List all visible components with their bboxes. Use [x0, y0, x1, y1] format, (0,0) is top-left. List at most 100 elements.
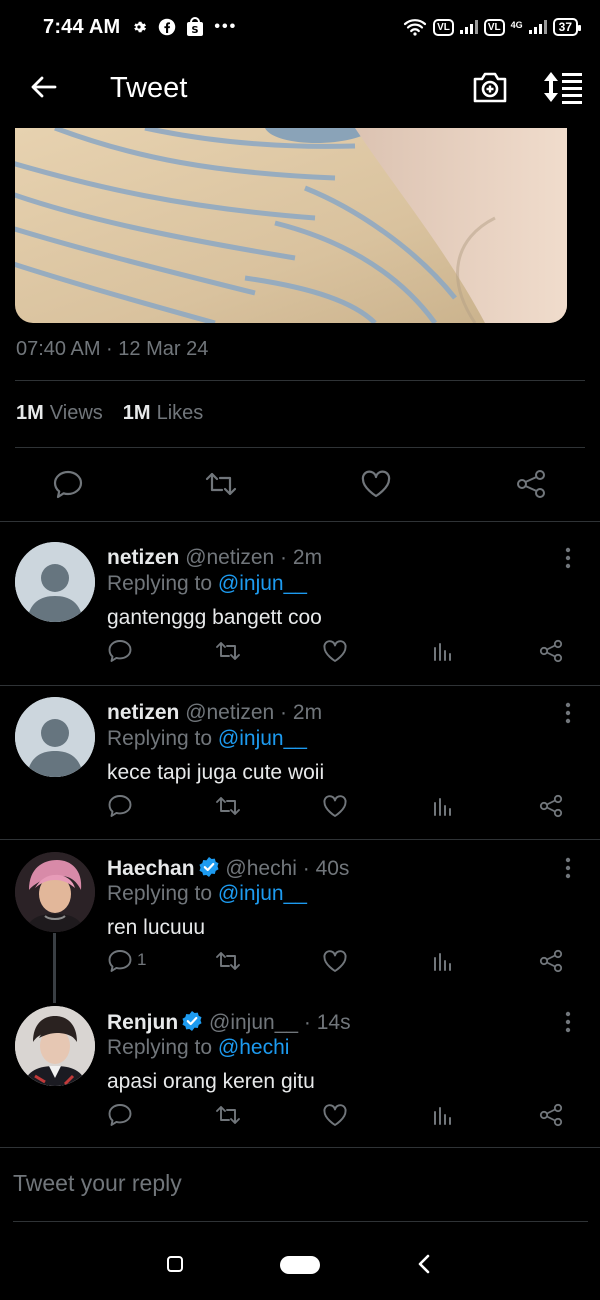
signal-icon	[459, 20, 478, 34]
reply-text: gantenggg bangett coo	[107, 606, 322, 629]
reply-tweet[interactable]: Renjun @injun__ · 14s Replying to @hechi…	[0, 996, 600, 1150]
gear-icon	[134, 21, 147, 33]
recents-button[interactable]	[167, 1256, 183, 1272]
reply-tweet[interactable]: netizen @netizen · 2m Replying to @injun…	[0, 532, 600, 686]
avatar[interactable]	[15, 697, 95, 777]
mention-link[interactable]: @injun__	[218, 727, 307, 750]
system-navigation-bar	[0, 1222, 600, 1300]
replying-to: Replying to @injun__	[107, 727, 307, 750]
svg-text:S: S	[192, 25, 199, 36]
author-handle: @netizen · 2m	[185, 546, 323, 569]
analytics-icon[interactable]	[430, 793, 456, 819]
tweet-actions	[0, 460, 600, 510]
replying-to: Replying to @injun__	[107, 882, 307, 905]
share-icon[interactable]	[515, 468, 547, 500]
reply-count: 1	[137, 950, 147, 969]
avatar[interactable]	[15, 1006, 95, 1086]
analytics-icon[interactable]	[430, 638, 456, 664]
reply-text: apasi orang keren gitu	[107, 1070, 315, 1093]
retweet-icon[interactable]	[215, 1102, 241, 1128]
reply-icon[interactable]	[52, 468, 84, 500]
battery-indicator: 37	[552, 18, 582, 36]
reply-icon[interactable]	[107, 793, 133, 819]
tweet-timestamp: 07:40 AM · 12 Mar 24	[16, 338, 209, 360]
thread-connector	[53, 933, 56, 1003]
likes-stat[interactable]: 1M Likes	[123, 402, 204, 425]
avatar[interactable]	[15, 852, 95, 932]
sort-icon[interactable]	[542, 70, 584, 104]
share-icon[interactable]	[538, 948, 564, 974]
divider	[0, 839, 600, 840]
4g-signal-icon	[528, 20, 547, 34]
status-time: 7:44 AM	[43, 15, 121, 38]
views-stat[interactable]: 1M Views	[16, 402, 103, 425]
reply-header: netizen @netizen · 2m	[107, 701, 322, 725]
verified-badge-icon	[182, 1011, 202, 1031]
divider	[0, 685, 600, 686]
analytics-icon[interactable]	[430, 1102, 456, 1128]
reply-icon[interactable]	[107, 638, 133, 664]
reply-icon[interactable]	[107, 1102, 133, 1128]
back-arrow-icon[interactable]	[28, 72, 58, 102]
like-icon[interactable]	[322, 948, 348, 974]
reply-actions	[0, 1102, 600, 1132]
retweet-icon[interactable]	[205, 468, 237, 500]
like-icon[interactable]	[360, 468, 392, 500]
network-label: 4G	[510, 20, 523, 30]
reply-text: kece tapi juga cute woii	[107, 761, 325, 784]
replying-to: Replying to @injun__	[107, 572, 307, 595]
author-handle: @injun__ · 14s	[209, 1011, 351, 1034]
like-icon[interactable]	[322, 638, 348, 664]
share-icon[interactable]	[538, 1102, 564, 1128]
mention-link[interactable]: @injun__	[218, 882, 307, 905]
reply-compose-input[interactable]: Tweet your reply	[13, 1170, 182, 1197]
like-icon[interactable]	[322, 1102, 348, 1128]
more-options-icon[interactable]	[560, 701, 576, 725]
more-options-icon[interactable]	[560, 856, 576, 880]
verified-badge-icon	[199, 857, 219, 877]
reply-actions	[0, 793, 600, 823]
avatar[interactable]	[15, 542, 95, 622]
author-handle: @netizen · 2m	[185, 701, 323, 724]
camera-add-icon[interactable]	[472, 70, 508, 104]
reply-actions	[0, 638, 600, 668]
reply-tweet[interactable]: Haechan @hechi · 40s Replying to @injun_…	[0, 842, 600, 996]
reply-tweet[interactable]: netizen @netizen · 2m Replying to @injun…	[0, 687, 600, 841]
home-button[interactable]	[280, 1256, 320, 1274]
divider	[15, 447, 585, 448]
page-title: Tweet	[110, 72, 188, 104]
like-icon[interactable]	[322, 793, 348, 819]
more-dots-icon: •••	[214, 18, 238, 35]
share-icon[interactable]	[538, 638, 564, 664]
top-app-bar: Tweet	[0, 54, 600, 128]
divider	[0, 521, 600, 522]
author-name[interactable]: Renjun	[107, 1011, 178, 1034]
retweet-icon[interactable]	[215, 948, 241, 974]
reply-actions: 1	[0, 948, 600, 978]
facebook-icon	[159, 18, 176, 36]
reply-header: netizen @netizen · 2m	[107, 546, 322, 570]
volte-icon: VL	[433, 18, 454, 36]
share-icon[interactable]	[538, 793, 564, 819]
more-options-icon[interactable]	[560, 1010, 576, 1034]
volte-icon: VL	[483, 18, 505, 36]
analytics-icon[interactable]	[430, 948, 456, 974]
reply-text: ren lucuuu	[107, 916, 206, 939]
more-options-icon[interactable]	[560, 546, 576, 570]
wifi-icon	[403, 19, 427, 36]
status-bar: 7:44 AM S ••• VL VL 4G 37	[0, 0, 600, 54]
reply-icon[interactable]	[107, 948, 133, 974]
author-handle: @hechi · 40s	[225, 857, 350, 880]
tweet-stats: 1M Views 1M Likes	[16, 402, 203, 425]
author-name[interactable]: Haechan	[107, 857, 195, 880]
tweet-image[interactable]	[15, 128, 567, 323]
replying-to: Replying to @hechi	[107, 1036, 290, 1059]
mention-link[interactable]: @injun__	[218, 572, 307, 595]
author-name[interactable]: netizen	[107, 546, 179, 569]
retweet-icon[interactable]	[215, 638, 241, 664]
mention-link[interactable]: @hechi	[218, 1036, 290, 1059]
author-name[interactable]: netizen	[107, 701, 179, 724]
retweet-icon[interactable]	[215, 793, 241, 819]
system-back-icon[interactable]	[414, 1252, 434, 1276]
divider	[0, 1147, 600, 1148]
